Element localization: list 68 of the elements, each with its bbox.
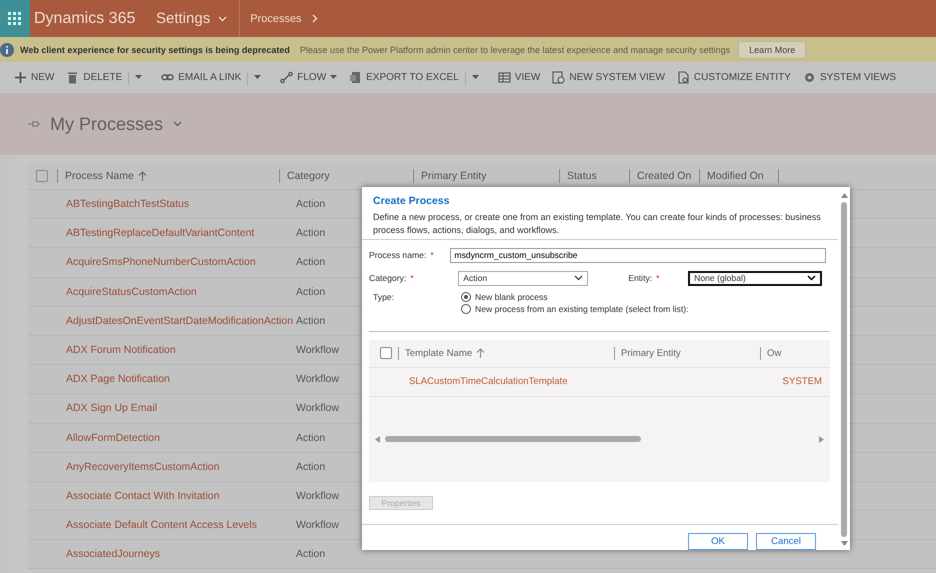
table-cell: Workflow	[296, 373, 339, 386]
column-header[interactable]: Primary Entity	[614, 346, 760, 360]
required-mark: *	[410, 273, 415, 284]
table-cell: Action	[296, 256, 326, 268]
field-label: Process name:	[369, 250, 426, 260]
toolbar-button[interactable]: DELETE	[60, 68, 128, 88]
dialog-title: Create Process	[372, 194, 450, 207]
radio-option[interactable]: New process from an existing template (select from list):	[461, 304, 688, 315]
process-link[interactable]: ADX Sign Up Email	[66, 402, 296, 414]
column-header[interactable]: Primary Entity	[413, 169, 559, 183]
toolbar-button[interactable]: FLOW	[274, 68, 344, 88]
process-name-field[interactable]: msdyncrm_custom_unsubscribe	[450, 248, 826, 263]
table-cell: Action	[296, 227, 326, 240]
product-name: Dynamics 365	[34, 10, 136, 28]
view-selector[interactable]: My Processes	[50, 114, 182, 134]
owner-link[interactable]: SYSTEM	[782, 376, 830, 388]
process-link[interactable]: AdjustDatesOnEventStartDateModificationAction	[66, 314, 296, 327]
process-link[interactable]: AnyRecoveryItemsCustomAction	[66, 460, 296, 473]
cancel-button[interactable]: Cancel	[756, 533, 816, 550]
table-cell: Workflow	[296, 402, 339, 414]
toolbar-button[interactable]: NEW	[8, 68, 60, 88]
process-link[interactable]: Associate Default Content Access Levels	[66, 519, 296, 532]
table-cell: Action	[296, 548, 326, 560]
process-link[interactable]: ABTestingReplaceDefaultVariantContent	[66, 227, 296, 240]
toolbar-button[interactable]: EXPORT TO EXCEL	[343, 68, 465, 88]
radio-option[interactable]: New blank process	[461, 292, 688, 303]
process-link[interactable]: ADX Page Notification	[66, 373, 296, 386]
required-mark: *	[430, 250, 435, 260]
toolbar-button[interactable]: EMAIL A LINK	[155, 68, 248, 88]
ok-button[interactable]: OK	[688, 533, 748, 550]
entity-select[interactable]: None (global)	[688, 270, 822, 286]
toolbar-button[interactable]: CUSTOMIZE ENTITY	[670, 68, 797, 88]
process-link[interactable]: Associate Contact With Invitation	[66, 490, 296, 502]
field-label: Entity:	[628, 273, 652, 284]
breadcrumb-link[interactable]: Processes	[240, 12, 318, 24]
table-cell: Workflow	[296, 344, 339, 356]
column-header[interactable]: Template Name	[398, 346, 614, 360]
column-header[interactable]: Process Name	[57, 169, 279, 183]
table-cell: Action	[296, 286, 326, 298]
table-cell: Action	[296, 198, 326, 210]
toolbar-button[interactable]: VIEW	[492, 68, 546, 88]
column-header[interactable]: Status	[559, 169, 629, 183]
notice-message: Please use the Power Platform admin center to leverage the latest experience and manage security settings	[300, 44, 730, 54]
process-link[interactable]: ABTestingBatchTestStatus	[66, 198, 296, 210]
process-link[interactable]: AssociatedJourneys	[66, 548, 296, 560]
template-link[interactable]: SLACustomTimeCalculationTemplate	[369, 376, 639, 388]
toolbar-button[interactable]: NEW SYSTEM VIEW	[546, 68, 671, 88]
field-label: Type:	[372, 292, 396, 304]
column-header[interactable]: Created On	[629, 169, 699, 183]
required-mark: *	[656, 273, 661, 284]
table-cell: Workflow	[296, 519, 339, 532]
table-cell: Action	[296, 460, 326, 473]
category-select[interactable]: Action	[458, 270, 588, 286]
table-cell: Workflow	[296, 490, 339, 502]
process-link[interactable]: ADX Forum Notification	[66, 344, 296, 356]
process-link[interactable]: AcquireSmsPhoneNumberCustomAction	[66, 256, 296, 268]
table-cell: Action	[296, 314, 326, 327]
process-link[interactable]: AcquireStatusCustomAction	[66, 286, 296, 298]
notice-title: Web client experience for security settings is being deprecated	[20, 44, 290, 54]
column-header[interactable]: Ow	[760, 346, 796, 360]
table-cell: Action	[296, 432, 326, 444]
learn-more-button[interactable]: Learn More	[738, 40, 806, 58]
field-label: Category:	[369, 273, 406, 284]
toolbar-button[interactable]: SYSTEM VIEWS	[796, 68, 902, 88]
dialog-description: Define a new process, or create one from an existing template. You can create four kinds of processes: business process flows, actions, dialogs, and workflows.	[362, 207, 838, 240]
column-header[interactable]: Category	[279, 169, 413, 183]
process-link[interactable]: AllowFormDetection	[66, 432, 296, 444]
column-header[interactable]: Modified On	[699, 169, 779, 183]
